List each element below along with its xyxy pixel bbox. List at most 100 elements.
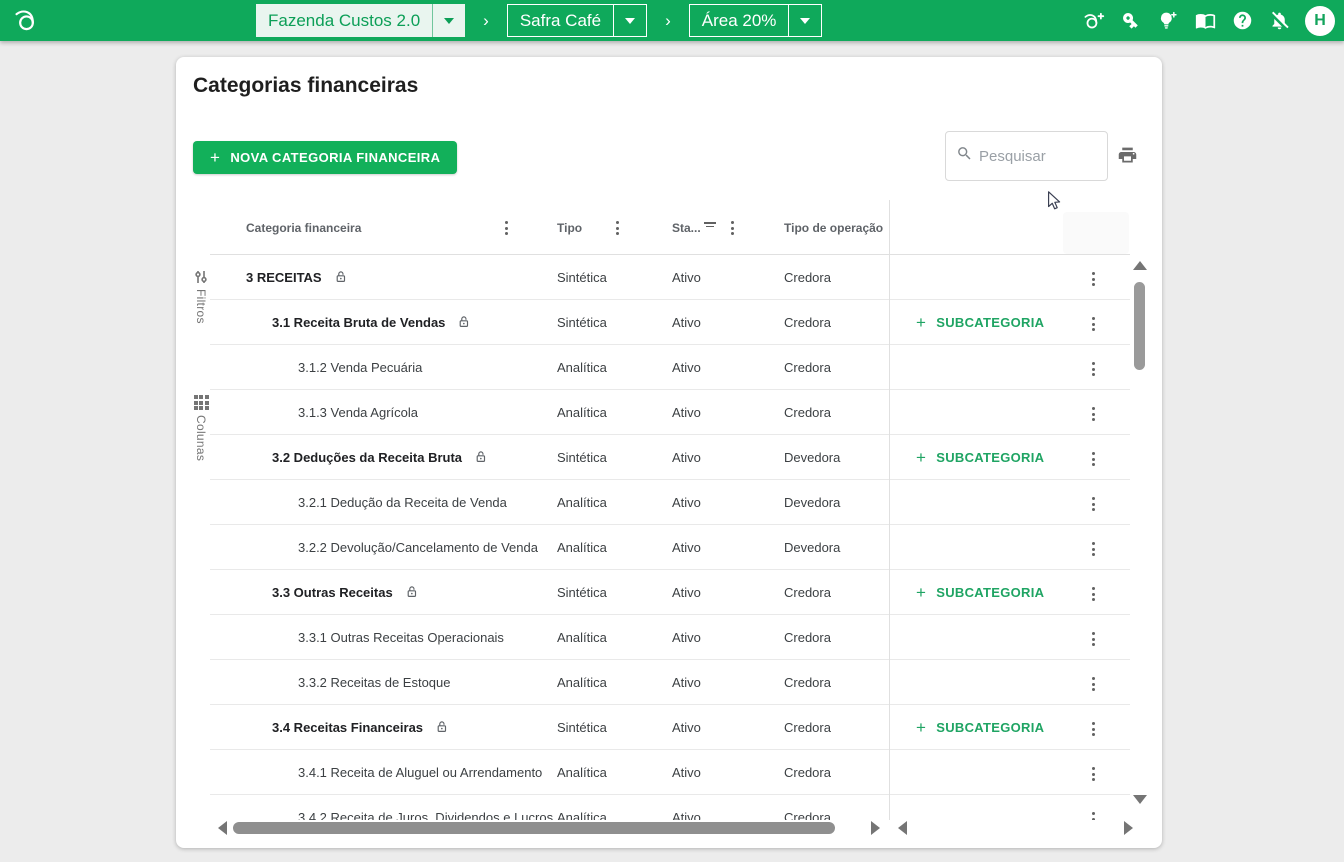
plus-icon: + (210, 147, 221, 167)
search-icon (956, 145, 973, 167)
table-row[interactable]: 3.4.2 Receita de Juros, Dividendos e Luc… (210, 795, 889, 821)
row-menu-icon[interactable] (1090, 360, 1097, 378)
field-selector[interactable]: Área 20% (688, 4, 823, 37)
horizontal-scroll-thumb[interactable] (233, 822, 835, 834)
column-menu-icon[interactable] (614, 219, 621, 237)
table-row-actions (890, 525, 1130, 570)
add-subcategory-button[interactable]: + SUBCATEGORIA (916, 435, 1044, 480)
farm-selector-label: Fazenda Custos 2.0 (268, 10, 421, 30)
farm-selector[interactable]: Fazenda Custos 2.0 (256, 4, 466, 37)
season-selector[interactable]: Safra Café (506, 4, 648, 37)
scroll-left-arrow[interactable] (218, 821, 227, 835)
table-left-pane: Categoria financeira Tipo Sta... Tipo de… (210, 200, 890, 820)
category-cell: 3.3.1 Outras Receitas Operacionais (210, 630, 504, 645)
category-cell: 3.1 Receita Bruta de Vendas (210, 315, 471, 330)
table-row[interactable]: 3.3 Outras Receitas Sintética Ativo Cred… (210, 570, 889, 615)
scroll-right-arrow[interactable] (1124, 821, 1133, 835)
row-menu-icon[interactable] (1090, 270, 1097, 288)
row-menu-icon[interactable] (1090, 630, 1097, 648)
operation-cell: Credora (784, 584, 831, 600)
notifications-off-icon[interactable] (1268, 10, 1290, 32)
scroll-down-arrow[interactable] (1133, 795, 1147, 804)
filter-active-icon[interactable] (704, 222, 716, 228)
table-row[interactable]: 3.2.2 Devolução/Cancelamento de Venda An… (210, 525, 889, 570)
row-menu-icon[interactable] (1090, 405, 1097, 423)
row-menu-icon[interactable] (1090, 810, 1097, 820)
filters-tab-label: Filtros (194, 289, 208, 324)
idea-icon[interactable] (1157, 10, 1179, 32)
aegro-logo-icon[interactable] (12, 6, 41, 40)
row-menu-icon[interactable] (1090, 540, 1097, 558)
vertical-scroll-thumb[interactable] (1134, 282, 1145, 370)
lock-icon (407, 586, 416, 597)
category-name: 3.2.2 Devolução/Cancelamento de Venda (298, 539, 538, 555)
category-cell: 3.2 Deduções da Receita Bruta (210, 450, 488, 465)
add-subcategory-button[interactable]: + SUBCATEGORIA (916, 570, 1044, 615)
category-name: 3.1.3 Venda Agrícola (298, 404, 418, 420)
topbar-actions: H (1083, 0, 1335, 41)
search-box (945, 131, 1108, 181)
horizontal-scrollbar-right-pane[interactable] (898, 820, 1136, 836)
table-row-actions: + SUBCATEGORIA (890, 570, 1130, 615)
type-cell: Analítica (557, 629, 607, 645)
guide-book-icon[interactable] (1194, 10, 1216, 32)
help-icon[interactable] (1231, 10, 1253, 32)
row-menu-icon[interactable] (1090, 495, 1097, 513)
table-row[interactable]: 3.1.3 Venda Agrícola Analítica Ativo Cre… (210, 390, 889, 435)
table-row[interactable]: 3.1 Receita Bruta de Vendas Sintética At… (210, 300, 889, 345)
type-cell: Analítica (557, 764, 607, 780)
breadcrumb-separator: › (483, 10, 489, 30)
chevron-down-icon[interactable] (788, 5, 821, 36)
category-name: 3.3.1 Outras Receitas Operacionais (298, 629, 504, 645)
avatar[interactable]: H (1305, 5, 1335, 36)
horizontal-scrollbar-left-pane[interactable] (218, 820, 880, 836)
type-cell: Analítica (557, 539, 607, 555)
table-row-actions (890, 480, 1130, 525)
row-menu-icon[interactable] (1090, 450, 1097, 468)
row-menu-icon[interactable] (1090, 585, 1097, 603)
row-menu-icon[interactable] (1090, 720, 1097, 738)
row-menu-icon[interactable] (1090, 315, 1097, 333)
row-menu-icon[interactable] (1090, 675, 1097, 693)
type-cell: Analítica (557, 494, 607, 510)
chevron-down-icon[interactable] (432, 4, 465, 37)
table-row[interactable]: 3.1.2 Venda Pecuária Analítica Ativo Cre… (210, 345, 889, 390)
column-menu-icon[interactable] (503, 219, 510, 237)
key-icon[interactable] (1115, 5, 1146, 36)
category-name: 3.4 Receitas Financeiras (272, 719, 424, 735)
operation-cell: Credora (784, 359, 831, 375)
columns-grid-icon (193, 395, 209, 410)
table-header: Categoria financeira Tipo Sta... Tipo de… (210, 200, 889, 255)
chevron-down-icon[interactable] (613, 5, 646, 36)
vertical-scrollbar[interactable] (1132, 257, 1148, 817)
breadcrumb-separator: › (665, 10, 671, 30)
add-subcategory-button[interactable]: + SUBCATEGORIA (916, 300, 1044, 345)
scroll-left-arrow[interactable] (898, 821, 907, 835)
new-category-button[interactable]: + NOVA CATEGORIA FINANCEIRA (193, 141, 458, 174)
subcategory-label: SUBCATEGORIA (936, 450, 1045, 465)
table-row[interactable]: 3.2 Deduções da Receita Bruta Sintética … (210, 435, 889, 480)
table-row[interactable]: 3.3.2 Receitas de Estoque Analítica Ativ… (210, 660, 889, 705)
scroll-right-arrow[interactable] (871, 821, 880, 835)
row-menu-icon[interactable] (1090, 765, 1097, 783)
column-menu-icon[interactable] (729, 219, 736, 237)
header-status: Sta... (672, 221, 701, 235)
scroll-up-arrow[interactable] (1133, 261, 1147, 270)
category-name: 3.4.2 Receita de Juros, Dividendos e Luc… (298, 809, 554, 821)
print-icon[interactable] (1117, 145, 1138, 171)
category-name: 3.2 Deduções da Receita Bruta (272, 449, 463, 465)
add-subcategory-button[interactable]: + SUBCATEGORIA (916, 705, 1044, 750)
status-cell: Ativo (672, 539, 701, 555)
table-row[interactable]: 3.4 Receitas Financeiras Sintética Ativo… (210, 705, 889, 750)
page-title: Categorias financeiras (193, 74, 419, 97)
table-row[interactable]: 3.2.1 Dedução da Receita de Venda Analít… (210, 480, 889, 525)
aegro-add-icon[interactable] (1083, 10, 1105, 32)
table-row[interactable]: 3 RECEITAS Sintética Ativo Credora (210, 255, 889, 300)
table-row-actions: + SUBCATEGORIA (890, 435, 1130, 480)
category-name: 3.2.1 Dedução da Receita de Venda (298, 494, 507, 510)
table-row[interactable]: 3.3.1 Outras Receitas Operacionais Analí… (210, 615, 889, 660)
categories-card: Categorias financeiras + NOVA CATEGORIA … (176, 57, 1162, 848)
search-input[interactable] (979, 147, 1089, 165)
status-cell: Ativo (672, 764, 701, 780)
table-row[interactable]: 3.4.1 Receita de Aluguel ou Arrendamento… (210, 750, 889, 795)
